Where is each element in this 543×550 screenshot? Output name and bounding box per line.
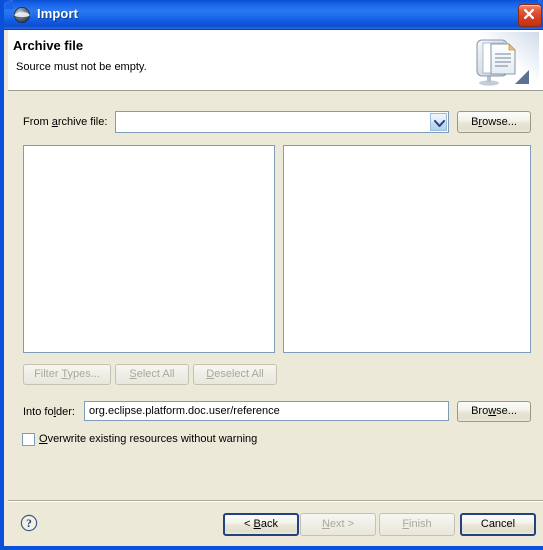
- into-folder-label: Into folder:: [23, 406, 75, 418]
- browse-folder-button[interactable]: Browse...: [457, 401, 531, 422]
- overwrite-existing-resources-row[interactable]: Overwrite existing resources without war…: [22, 431, 257, 447]
- select-all-button[interactable]: Select All: [115, 364, 189, 385]
- svg-text:?: ?: [26, 518, 32, 530]
- from-archive-file-combo[interactable]: [115, 111, 449, 133]
- close-button[interactable]: [518, 4, 542, 27]
- filter-types-button[interactable]: Filter Types...: [23, 364, 111, 385]
- back-button[interactable]: < Back: [223, 513, 299, 536]
- window-titlebar: Import: [4, 0, 543, 30]
- browse-archive-button[interactable]: Browse...: [457, 111, 531, 133]
- import-dialog-window: Import Archive file Source must not be e…: [0, 0, 543, 550]
- page-subtitle: Source must not be empty.: [16, 61, 147, 73]
- archive-contents-tree[interactable]: [23, 145, 275, 353]
- archive-import-banner-icon: [467, 32, 539, 90]
- titlebar-corner-fill-left: [4, 0, 13, 9]
- page-title: Archive file: [13, 38, 84, 53]
- dialog-body: From archive file: Browse... Filter Type…: [8, 91, 543, 546]
- overwrite-existing-resources-label: Overwrite existing resources without war…: [39, 433, 258, 445]
- finish-button[interactable]: Finish: [379, 513, 455, 536]
- eclipse-globe-icon: [13, 6, 31, 24]
- next-button[interactable]: Next >: [300, 513, 376, 536]
- wizard-header: Archive file Source must not be empty.: [8, 30, 543, 91]
- from-archive-file-label: From archive file:: [23, 116, 108, 128]
- into-folder-input[interactable]: org.eclipse.platform.doc.user/reference: [84, 401, 449, 421]
- into-folder-value[interactable]: org.eclipse.platform.doc.user/reference: [89, 405, 280, 417]
- dialog-footer: ? < Back Next > Finish Cancel: [8, 502, 543, 546]
- deselect-all-button[interactable]: Deselect All: [193, 364, 277, 385]
- chevron-down-icon[interactable]: [430, 113, 447, 131]
- window-title: Import: [37, 6, 79, 21]
- archive-files-list[interactable]: [283, 145, 531, 353]
- from-archive-file-row: From archive file: Browse...: [8, 111, 543, 135]
- help-question-icon[interactable]: ?: [20, 514, 38, 532]
- cancel-button[interactable]: Cancel: [460, 513, 536, 536]
- overwrite-existing-resources-checkbox[interactable]: [22, 432, 35, 446]
